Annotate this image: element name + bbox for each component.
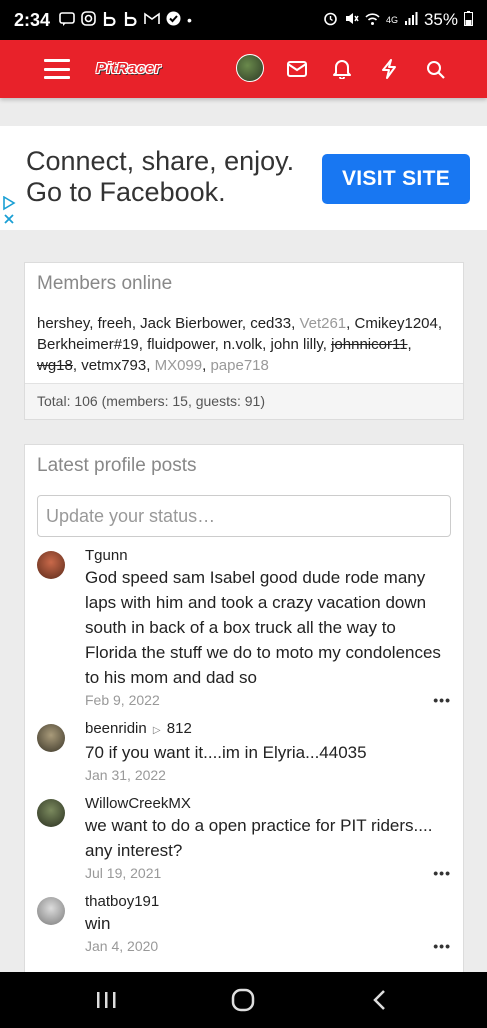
profile-post: WillowCreekMX we want to do a open pract… [37, 795, 451, 883]
post-text: 70 if you want it....im in Elyria...4403… [85, 743, 367, 762]
visit-site-button[interactable]: VISIT SITE [322, 154, 470, 204]
avatar[interactable] [37, 551, 65, 579]
post-recipient[interactable]: 812 [167, 720, 192, 737]
post-date[interactable]: Feb 9, 2022 [85, 690, 451, 710]
app-b-icon-2 [123, 11, 138, 29]
site-logo[interactable]: PitRacer [90, 58, 190, 80]
post-author[interactable]: beenridin [85, 720, 147, 737]
alarm-icon [323, 11, 338, 29]
profile-post: Tgunn God speed sam Isabel good dude rod… [37, 547, 451, 710]
mute-icon [344, 11, 359, 29]
instagram-icon [81, 11, 96, 29]
post-author[interactable]: thatboy191 [85, 893, 451, 911]
profile-posts-card: Latest profile posts Update your status…… [24, 444, 464, 984]
user-avatar[interactable] [236, 54, 264, 82]
profile-posts-title: Latest profile posts [37, 455, 197, 476]
member-link[interactable]: john lilly [270, 336, 322, 353]
status-input-placeholder: Update your status… [46, 505, 216, 526]
members-online-list: hershey, freeh, Jack Bierbower, ced33, V… [37, 315, 443, 374]
post-date[interactable]: Jan 4, 2020 [85, 936, 451, 956]
post-text: win [85, 914, 111, 933]
member-link[interactable]: MX099 [155, 357, 203, 374]
ad-banner[interactable]: Connect, share, enjoy. Go to Facebook. V… [0, 126, 487, 230]
profile-post: beenridin ▷ 812 70 if you want it....im … [37, 720, 451, 785]
member-link[interactable]: freeh [98, 315, 132, 332]
post-text: we want to do a open practice for PIT ri… [85, 816, 433, 860]
check-badge-icon [166, 11, 181, 29]
dot-icon: • [187, 12, 192, 28]
signal-icon [404, 12, 418, 28]
battery-icon [464, 11, 473, 29]
member-link[interactable]: wg18 [37, 357, 73, 374]
member-link[interactable]: Jack Bierbower [140, 315, 242, 332]
post-author[interactable]: Tgunn [85, 547, 451, 565]
menu-icon[interactable] [44, 59, 70, 79]
avatar[interactable] [37, 799, 65, 827]
member-link[interactable]: ced33 [250, 315, 291, 332]
wifi-icon [365, 12, 380, 29]
member-link[interactable]: n.volk [223, 336, 262, 353]
member-link[interactable]: johnnicor11 [331, 336, 407, 353]
status-input[interactable]: Update your status… [37, 495, 451, 537]
adchoices-icon[interactable] [2, 195, 16, 226]
system-nav-bar [0, 972, 487, 1028]
ad-headline-line2: Go to Facebook. [26, 177, 226, 207]
more-options-icon[interactable]: ••• [433, 938, 451, 954]
bolt-icon[interactable] [374, 54, 404, 84]
members-online-title: Members online [37, 273, 173, 294]
app-b-icon [102, 11, 117, 29]
member-link[interactable]: vetmx793 [81, 357, 146, 374]
profile-post: thatboy191 win Jan 4, 2020 ••• [37, 893, 451, 956]
member-link[interactable]: Cmikey1204 [355, 315, 438, 332]
avatar[interactable] [37, 724, 65, 752]
more-options-icon[interactable]: ••• [433, 865, 451, 881]
search-icon[interactable] [420, 54, 450, 84]
member-link[interactable]: hershey [37, 315, 89, 332]
gmail-icon [144, 12, 160, 28]
member-link[interactable]: fluidpower [147, 336, 215, 353]
avatar[interactable] [37, 897, 65, 925]
post-date[interactable]: Jan 31, 2022 [85, 765, 451, 785]
home-icon[interactable] [229, 986, 257, 1014]
ad-headline-line1: Connect, share, enjoy. [26, 146, 295, 176]
network-type-label: 4G [385, 15, 398, 25]
logo-text: PitRacer [96, 60, 161, 77]
members-online-card: Members online hershey, freeh, Jack Bier… [24, 262, 464, 420]
status-time: 2:34 [14, 9, 51, 30]
message-icon [59, 11, 75, 29]
battery-percent: 35% [423, 10, 458, 29]
post-text: God speed sam Isabel good dude rode many… [85, 568, 441, 687]
mail-icon[interactable] [282, 54, 312, 84]
member-link[interactable]: Vet261 [299, 315, 346, 332]
back-icon[interactable] [368, 986, 390, 1014]
app-header: PitRacer [0, 40, 487, 98]
post-author[interactable]: WillowCreekMX [85, 795, 451, 813]
member-link[interactable]: pape718 [210, 357, 268, 374]
triangle-right-icon: ▷ [152, 725, 161, 736]
bell-icon[interactable] [327, 54, 357, 84]
ad-headline: Connect, share, enjoy. Go to Facebook. [26, 146, 294, 208]
post-date[interactable]: Jul 19, 2021 [85, 863, 451, 883]
status-bar: 2:34 • 4G 35% [0, 0, 487, 40]
post-author-line: beenridin ▷ 812 [85, 720, 451, 740]
members-total: Total: 106 (members: 15, guests: 91) [25, 383, 463, 419]
recent-apps-icon[interactable] [94, 986, 118, 1014]
member-link[interactable]: Berkheimer#19 [37, 336, 139, 353]
more-options-icon[interactable]: ••• [433, 692, 451, 708]
